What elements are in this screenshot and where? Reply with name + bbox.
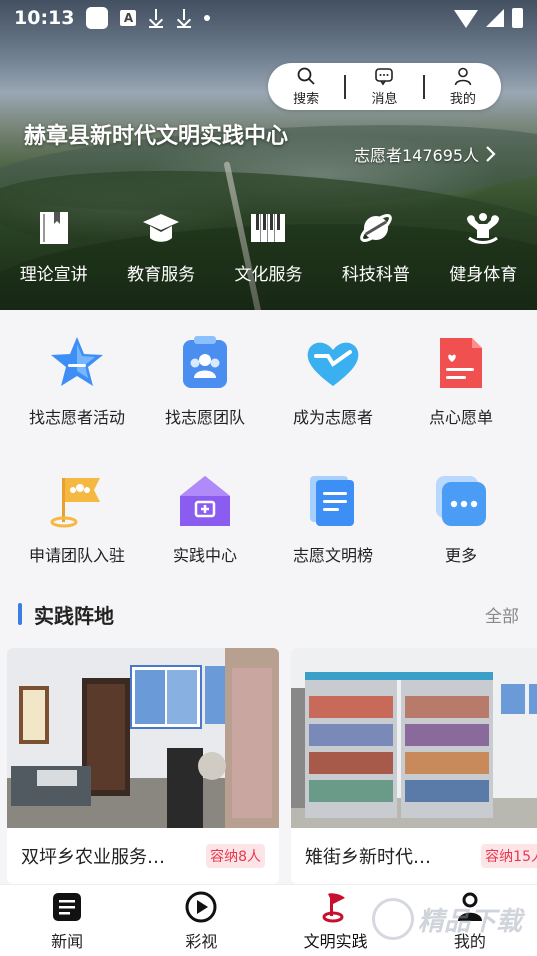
- grid-label: 实践中心: [172, 546, 237, 565]
- grid-label: 找志愿团队: [164, 408, 245, 427]
- grid-label: 找志愿者活动: [28, 408, 125, 427]
- bottom-nav: 新闻 彩视 文明实践 我的: [0, 884, 537, 956]
- flag-icon: [322, 892, 345, 922]
- status-time: 10:13: [14, 7, 75, 29]
- site-photo: [7, 648, 279, 828]
- cell-signal-icon: [486, 9, 504, 27]
- mine-button[interactable]: 我的: [425, 63, 501, 110]
- grid-label: 志愿文明榜: [292, 546, 373, 565]
- nav-label: 我的: [453, 931, 486, 951]
- house-icon: [180, 476, 230, 526]
- graduation-cap-icon: [143, 214, 180, 242]
- hero-category-row: 理论宣讲 教育服务 文化服务 科技科普 健身体育: [0, 208, 537, 285]
- search-button[interactable]: 搜索: [268, 63, 344, 110]
- nav-video[interactable]: 彩视: [134, 885, 268, 956]
- category-label: 教育服务: [127, 265, 196, 285]
- practice-site-card[interactable]: 雉街乡新时代… 容纳15人: [291, 648, 537, 884]
- book-icon: [39, 212, 68, 244]
- category-label: 健身体育: [449, 265, 518, 285]
- star-icon: [51, 337, 103, 386]
- category-label: 文化服务: [234, 265, 303, 285]
- card-caption: 雉街乡新时代… 容纳15人: [291, 828, 537, 884]
- volunteer-count: 志愿者147695人: [354, 146, 480, 165]
- category-theory[interactable]: 理论宣讲: [0, 208, 107, 285]
- battery-icon: [512, 8, 523, 28]
- message-icon: [375, 68, 394, 86]
- site-name: 雉街乡新时代…: [305, 847, 431, 868]
- capacity-badge: 容纳15人: [481, 844, 537, 868]
- chevron-right-icon: [486, 146, 496, 162]
- dot-icon: [204, 15, 211, 21]
- card-caption: 双坪乡农业服务… 容纳8人: [7, 828, 279, 884]
- category-education[interactable]: 教育服务: [107, 208, 214, 285]
- grid-label: 更多: [444, 546, 477, 565]
- category-science[interactable]: 科技科普: [322, 208, 429, 285]
- nav-label: 新闻: [51, 931, 84, 951]
- nav-civilization-practice[interactable]: 文明实践: [269, 885, 403, 956]
- mine-label: 我的: [449, 92, 476, 107]
- nav-mine[interactable]: 我的: [403, 885, 537, 956]
- status-bar: 10:13 A: [0, 0, 537, 36]
- planet-icon: [360, 214, 392, 242]
- font-notification-icon: A: [120, 10, 137, 26]
- more-icon: [436, 476, 486, 526]
- grid-become-volunteer[interactable]: 成为志愿者: [266, 334, 400, 428]
- practice-site-carousel: 双坪乡农业服务… 容纳8人 雉街乡新时代… 容纳15: [0, 648, 537, 884]
- category-label: 理论宣讲: [19, 265, 88, 285]
- site-photo: [291, 648, 537, 828]
- news-icon: [53, 892, 82, 921]
- document-icon: [310, 476, 354, 526]
- grid-civilization-ranking[interactable]: 志愿文明榜: [266, 472, 400, 566]
- grid-apply-team[interactable]: 申请团队入驻: [10, 472, 144, 566]
- grid-more[interactable]: 更多: [394, 472, 528, 566]
- grid-label: 点心愿单: [428, 408, 493, 427]
- grid-label: 申请团队入驻: [28, 546, 125, 565]
- heart-icon: [307, 342, 359, 386]
- app-notification-icon: [86, 7, 109, 29]
- category-fitness[interactable]: 健身体育: [430, 208, 537, 285]
- grid-label: 成为志愿者: [292, 408, 373, 427]
- grid-find-activity[interactable]: 找志愿者活动: [10, 334, 144, 428]
- download-icon: [176, 8, 192, 28]
- user-icon: [454, 67, 472, 86]
- category-label: 科技科普: [341, 265, 410, 285]
- volunteer-count-link[interactable]: 志愿者147695人: [354, 142, 497, 166]
- nav-news[interactable]: 新闻: [0, 885, 134, 956]
- wish-doc-icon: [440, 338, 482, 388]
- message-button[interactable]: 消息: [346, 63, 422, 110]
- function-grid: 找志愿者活动 找志愿团队 成为志愿者 点心愿单 申请团队入驻 实践中心 志愿文明…: [0, 310, 537, 590]
- site-name: 双坪乡农业服务…: [21, 847, 165, 868]
- section-title: 实践阵地: [34, 603, 114, 628]
- team-icon: [183, 336, 227, 388]
- piano-icon: [251, 214, 286, 242]
- nav-label: 文明实践: [303, 931, 368, 951]
- play-icon: [185, 891, 217, 922]
- top-action-bar: 搜索 消息 我的: [268, 63, 501, 110]
- profile-icon: [457, 892, 482, 921]
- practice-site-card[interactable]: 双坪乡农业服务… 容纳8人: [7, 648, 279, 884]
- grid-find-team[interactable]: 找志愿团队: [138, 334, 272, 428]
- view-all-link[interactable]: 全部: [485, 602, 519, 627]
- section-header: 实践阵地 全部: [0, 594, 537, 634]
- search-icon: [297, 67, 315, 85]
- category-culture[interactable]: 文化服务: [215, 208, 322, 285]
- message-label: 消息: [371, 92, 398, 107]
- nav-label: 彩视: [185, 931, 218, 951]
- grid-wish-list[interactable]: 点心愿单: [394, 334, 528, 428]
- wifi-icon: [454, 10, 478, 28]
- flag-icon: [50, 478, 100, 528]
- search-label: 搜索: [293, 92, 320, 107]
- muscle-icon: [467, 213, 500, 244]
- section-accent-bar: [18, 603, 22, 625]
- page-title: 赫章县新时代文明实践中心: [24, 124, 289, 149]
- download-icon: [148, 8, 164, 28]
- capacity-badge: 容纳8人: [206, 844, 265, 868]
- grid-practice-center[interactable]: 实践中心: [138, 472, 272, 566]
